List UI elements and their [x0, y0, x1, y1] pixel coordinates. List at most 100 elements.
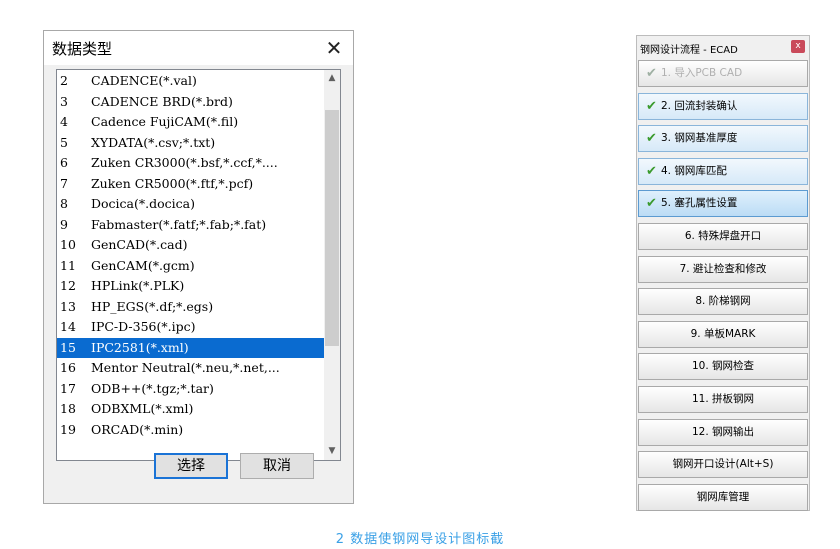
flow-step-button[interactable]: 钢网库管理	[638, 483, 808, 511]
list-item[interactable]: 15 IPC2581(*.xml)	[57, 337, 326, 358]
flow-step-button[interactable]: ✔ 1. 导入PCB CAD	[638, 60, 808, 87]
list-item-name: GenCAM(*.gcm)	[91, 257, 195, 273]
list-item-number: 5	[60, 134, 68, 150]
list-item-name: Zuken CR5000(*.ftf,*.pcf)	[91, 175, 254, 191]
list-item[interactable]: 11 GenCAM(*.gcm)	[57, 256, 326, 277]
list-item-name: Fabmaster(*.fatf;*.fab;*.fat)	[91, 216, 267, 232]
list-item-number: 14	[60, 319, 76, 334]
list-item-number: 9	[60, 216, 68, 232]
list-item-name: ODB++(*.tgz;*.tar)	[91, 380, 214, 396]
list-item-number: 3	[60, 93, 68, 109]
flow-step-button[interactable]: 11. 拼板钢网	[638, 386, 808, 413]
list-item[interactable]: 17 ODB++(*.tgz;*.tar)	[57, 379, 326, 400]
list-item-number: 7	[60, 175, 68, 191]
checkmark-icon: ✔	[646, 98, 657, 114]
list-item-number: 15	[60, 339, 76, 355]
flow-step-label: 6. 特殊焊盘开口	[684, 230, 762, 242]
scrollbar-thumb[interactable]	[325, 110, 339, 346]
checkmark-icon: ✔	[646, 163, 657, 179]
close-icon[interactable]: x	[791, 40, 805, 53]
flow-step-button[interactable]: 钢网开口设计(Alt+S)	[638, 451, 808, 479]
list-item-name: CADENCE BRD(*.brd)	[91, 93, 233, 109]
flow-step-button[interactable]: 10. 钢网检查	[638, 353, 808, 381]
list-item[interactable]: 2 CADENCE(*.val)	[57, 71, 326, 92]
vertical-scrollbar[interactable]: ▲ ▼	[324, 70, 340, 460]
flow-step-button[interactable]: 12. 钢网输出	[638, 418, 808, 446]
cancel-button[interactable]: 取消	[240, 453, 314, 479]
flow-step-label: 9. 单板MARK	[690, 327, 756, 340]
list-item-name: CADENCE(*.val)	[91, 73, 197, 88]
list-item[interactable]: 6 Zuken CR3000(*.bsf,*.ccf,*....	[57, 153, 326, 174]
list-item-number: 18	[60, 401, 76, 416]
list-item-number: 6	[60, 155, 68, 170]
dialog-title: 数据类型	[52, 40, 113, 58]
flow-step-button[interactable]: 9. 单板MARK	[638, 320, 808, 348]
panel-title: 钢网设计流程 - ECAD	[640, 45, 738, 56]
list-item[interactable]: 8 Docica(*.docica)	[57, 194, 326, 215]
list-item-name: HPLink(*.PLK)	[91, 278, 185, 293]
flow-step-label: 1. 导入PCB CAD	[661, 67, 743, 79]
data-type-dialog: 数据类型 ✕ 2 CADENCE(*.val) 3 CADENCE BRD(*.brd…	[43, 30, 354, 504]
list-item-number: 10	[60, 237, 76, 252]
list-item-number: 2	[60, 73, 68, 88]
figure-caption: 2 数据使钢网导设计图标截	[335, 532, 505, 547]
list-item-name: IPC-D-356(*.ipc)	[91, 319, 196, 334]
list-item-name: Zuken CR3000(*.bsf,*.ccf,*....	[91, 155, 278, 170]
dialog-titlebar: 数据类型 ✕	[44, 31, 353, 65]
list-item[interactable]: 4 Cadence FujiCAM(*.fil)	[57, 112, 326, 133]
list-item[interactable]: 19 ORCAD(*.min)	[57, 420, 326, 441]
list-item-number: 17	[60, 380, 76, 396]
list-item-number: 12	[60, 278, 76, 293]
flow-step-button[interactable]: ✔ 5. 塞孔属性设置	[638, 190, 808, 218]
checkmark-icon: ✔	[646, 66, 657, 81]
close-icon[interactable]: ✕	[321, 35, 347, 61]
flow-step-button[interactable]: ✔ 4. 钢网库匹配	[638, 157, 808, 185]
checkmark-icon: ✔	[646, 196, 657, 212]
list-item-name: ODBXML(*.xml)	[91, 401, 194, 416]
flow-step-label: 3. 钢网基准厚度	[661, 132, 738, 145]
list-item[interactable]: 14 IPC-D-356(*.ipc)	[57, 317, 326, 338]
flow-step-button[interactable]: 8. 阶梯钢网	[638, 288, 808, 316]
list-item-name: GenCAD(*.cad)	[91, 237, 188, 252]
flow-step-label: 10. 钢网检查	[691, 360, 755, 373]
scroll-up-arrow-icon[interactable]: ▲	[324, 70, 340, 87]
list-rows: 2 CADENCE(*.val) 3 CADENCE BRD(*.brd) 4 Caden…	[57, 71, 326, 440]
list-item-name: ORCAD(*.min)	[91, 421, 184, 437]
list-item-number: 11	[60, 257, 76, 273]
select-button[interactable]: 选择	[154, 453, 228, 479]
list-item-name: Cadence FujiCAM(*.fil)	[91, 114, 239, 129]
flow-step-label: 钢网库管理	[696, 490, 750, 503]
flow-step-label: 8. 阶梯钢网	[695, 295, 751, 308]
list-item[interactable]: 12 HPLink(*.PLK)	[57, 276, 326, 297]
list-item[interactable]: 7 Zuken CR5000(*.ftf,*.pcf)	[57, 174, 326, 195]
stencil-design-flow-panel: 钢网设计流程 - ECAD x ✔ 1. 导入PCB CAD ✔ 2. 回流封装确认 ✔…	[636, 35, 810, 511]
list-item-number: 4	[60, 114, 68, 129]
checkmark-icon: ✔	[646, 131, 657, 147]
flow-step-label: 11. 拼板钢网	[691, 393, 755, 405]
list-item-number: 19	[60, 421, 76, 437]
flow-step-label: 钢网开口设计(Alt+S)	[672, 458, 774, 471]
list-item-name: Mentor Neutral(*.neu,*.net,...	[91, 360, 280, 375]
flow-step-label: 12. 钢网输出	[691, 425, 755, 438]
list-item-name: IPC2581(*.xml)	[91, 339, 189, 355]
list-item[interactable]: 10 GenCAD(*.cad)	[57, 235, 326, 256]
flow-step-label: 4. 钢网库匹配	[661, 164, 727, 177]
flow-step-button[interactable]: 6. 特殊焊盘开口	[638, 223, 808, 250]
data-type-listbox[interactable]: 2 CADENCE(*.val) 3 CADENCE BRD(*.brd) 4 Caden…	[56, 69, 341, 461]
list-item[interactable]: 3 CADENCE BRD(*.brd)	[57, 92, 326, 113]
flow-step-label: 7. 避让检查和修改	[679, 262, 767, 275]
flow-step-button[interactable]: 7. 避让检查和修改	[638, 255, 808, 283]
list-item[interactable]: 16 Mentor Neutral(*.neu,*.net,...	[57, 358, 326, 379]
list-item[interactable]: 5 XYDATA(*.csv;*.txt)	[57, 133, 326, 154]
scroll-down-arrow-icon[interactable]: ▼	[324, 443, 340, 460]
flow-step-button[interactable]: ✔ 2. 回流封装确认	[638, 92, 808, 120]
list-item-number: 13	[60, 298, 76, 314]
list-item-name: HP_EGS(*.df;*.egs)	[91, 298, 214, 314]
flow-step-button[interactable]: ✔ 3. 钢网基准厚度	[638, 125, 808, 153]
list-item[interactable]: 9 Fabmaster(*.fatf;*.fab;*.fat)	[57, 215, 326, 236]
list-item[interactable]: 13 HP_EGS(*.df;*.egs)	[57, 297, 326, 318]
list-item-name: Docica(*.docica)	[91, 196, 195, 211]
list-item-name: XYDATA(*.csv;*.txt)	[91, 134, 216, 150]
list-item-number: 8	[60, 196, 68, 211]
list-item[interactable]: 18 ODBXML(*.xml)	[57, 399, 326, 420]
